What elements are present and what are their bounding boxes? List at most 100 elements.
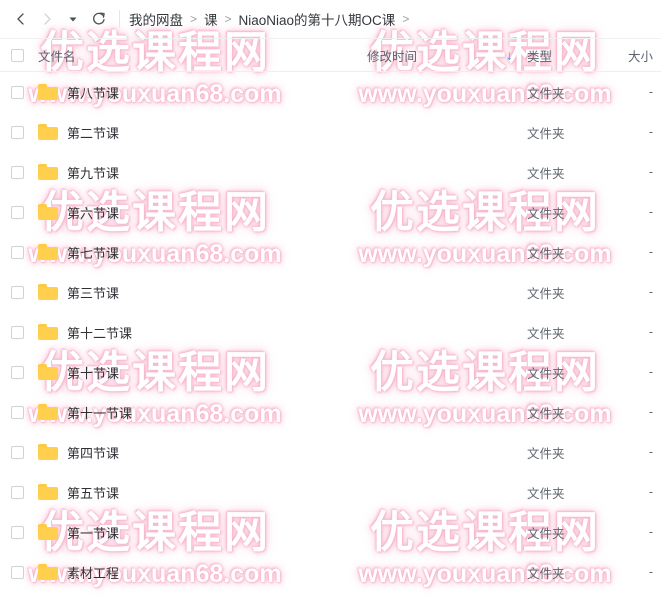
file-size-cell: -: [648, 165, 653, 179]
breadcrumb-item-root[interactable]: 我的网盘: [129, 9, 183, 29]
column-header-filename[interactable]: 文件名: [32, 46, 367, 65]
row-select-cell: [0, 125, 32, 139]
row-checkbox[interactable]: [11, 325, 24, 339]
row-select-cell: [0, 245, 32, 259]
table-row[interactable]: 第七节课 文件夹 -: [0, 232, 661, 272]
row-checkbox[interactable]: [11, 165, 24, 179]
row-select-cell: [0, 525, 32, 539]
file-name-cell[interactable]: 第二节课: [32, 123, 367, 142]
row-checkbox[interactable]: [11, 85, 24, 99]
file-name-label: 第八节课: [67, 85, 120, 101]
table-row[interactable]: 第六节课 文件夹 -: [0, 192, 661, 232]
table-row[interactable]: 第八节课 文件夹 -: [0, 72, 661, 112]
row-checkbox[interactable]: [11, 445, 24, 459]
file-type-cell: 文件夹: [527, 86, 565, 101]
column-header-modified-label: 修改时间: [367, 49, 418, 64]
file-name-cell[interactable]: 第十节课: [32, 363, 367, 382]
table-row[interactable]: 第九节课 文件夹 -: [0, 152, 661, 192]
table-row[interactable]: 第五节课 文件夹 -: [0, 472, 661, 512]
row-checkbox[interactable]: [11, 405, 24, 419]
row-checkbox[interactable]: [11, 245, 24, 259]
file-name-cell[interactable]: 第十二节课: [32, 323, 367, 342]
folder-icon: [38, 404, 58, 420]
file-size-cell: -: [648, 445, 653, 459]
history-dropdown-button[interactable]: [60, 6, 86, 32]
folder-icon: [38, 364, 58, 380]
row-select-cell: [0, 365, 32, 379]
file-size-cell: -: [648, 485, 653, 499]
navigation-toolbar: 我的网盘 > 课 > NiaoNiao的第十八期OC课 >: [0, 0, 661, 38]
file-size-cell: -: [648, 285, 653, 299]
file-name-cell[interactable]: 第三节课: [32, 283, 367, 302]
folder-icon: [38, 524, 58, 540]
chevron-left-icon: [13, 11, 29, 27]
table-row[interactable]: 第十节课 文件夹 -: [0, 352, 661, 392]
breadcrumb-separator: >: [224, 12, 232, 26]
file-name-label: 第四节课: [67, 445, 120, 461]
file-name-label: 第三节课: [67, 285, 120, 301]
file-name-cell[interactable]: 第十一节课: [32, 403, 367, 422]
back-button[interactable]: [8, 6, 34, 32]
breadcrumb: 我的网盘 > 课 > NiaoNiao的第十八期OC课 >: [129, 9, 416, 29]
file-name-cell[interactable]: 第六节课: [32, 203, 367, 222]
row-checkbox[interactable]: [11, 205, 24, 219]
file-name-cell[interactable]: 第五节课: [32, 483, 367, 502]
select-all-checkbox[interactable]: [11, 48, 24, 62]
file-size-cell: -: [648, 525, 653, 539]
folder-icon: [38, 324, 58, 340]
row-select-cell: [0, 285, 32, 299]
folder-icon: [38, 164, 58, 180]
row-checkbox[interactable]: [11, 125, 24, 139]
column-header-type[interactable]: 类型: [527, 46, 601, 65]
row-checkbox[interactable]: [11, 485, 24, 499]
file-size-cell: -: [648, 365, 653, 379]
row-checkbox[interactable]: [11, 285, 24, 299]
table-row[interactable]: 第二节课 文件夹 -: [0, 112, 661, 152]
row-select-cell: [0, 325, 32, 339]
table-row[interactable]: 素材工程 文件夹 -: [0, 552, 661, 592]
table-row[interactable]: 第三节课 文件夹 -: [0, 272, 661, 312]
folder-icon: [38, 204, 58, 220]
table-row[interactable]: 第一节课 文件夹 -: [0, 512, 661, 552]
file-name-cell[interactable]: 第八节课: [32, 83, 367, 102]
file-name-cell[interactable]: 第七节课: [32, 243, 367, 262]
folder-icon: [38, 484, 58, 500]
file-size-cell: -: [648, 565, 653, 579]
row-checkbox[interactable]: [11, 525, 24, 539]
column-header-modified[interactable]: 修改时间 ↓: [367, 46, 527, 65]
file-type-cell: 文件夹: [527, 526, 565, 541]
table-row[interactable]: 第四节课 文件夹 -: [0, 432, 661, 472]
sort-descending-icon[interactable]: ↓: [506, 49, 513, 62]
toolbar-divider: [119, 10, 120, 28]
refresh-icon: [91, 11, 107, 27]
file-name-label: 第五节课: [67, 485, 120, 501]
file-type-cell: 文件夹: [527, 326, 565, 341]
row-select-cell: [0, 485, 32, 499]
file-size-cell: -: [648, 245, 653, 259]
row-checkbox[interactable]: [11, 365, 24, 379]
file-type-cell: 文件夹: [527, 366, 565, 381]
table-row[interactable]: 第十二节课 文件夹 -: [0, 312, 661, 352]
folder-icon: [38, 444, 58, 460]
file-name-cell[interactable]: 第一节课: [32, 523, 367, 542]
file-name-cell[interactable]: 素材工程: [32, 563, 367, 582]
file-name-label: 第十二节课: [67, 325, 133, 341]
row-checkbox[interactable]: [11, 565, 24, 579]
row-select-cell: [0, 165, 32, 179]
file-name-cell[interactable]: 第九节课: [32, 163, 367, 182]
row-select-cell: [0, 85, 32, 99]
file-size-cell: -: [648, 405, 653, 419]
file-name-label: 素材工程: [67, 565, 120, 581]
forward-button[interactable]: [34, 6, 60, 32]
row-select-cell: [0, 445, 32, 459]
table-row[interactable]: 第十一节课 文件夹 -: [0, 392, 661, 432]
column-header-size[interactable]: 大小: [601, 46, 661, 65]
file-size-cell: -: [648, 205, 653, 219]
breadcrumb-item-current[interactable]: NiaoNiao的第十八期OC课: [239, 9, 396, 29]
file-name-cell[interactable]: 第四节课: [32, 443, 367, 462]
select-all-cell: [0, 48, 32, 62]
breadcrumb-item-1[interactable]: 课: [204, 9, 218, 29]
refresh-button[interactable]: [86, 6, 112, 32]
file-type-cell: 文件夹: [527, 286, 565, 301]
breadcrumb-separator-trailing: >: [402, 12, 410, 26]
